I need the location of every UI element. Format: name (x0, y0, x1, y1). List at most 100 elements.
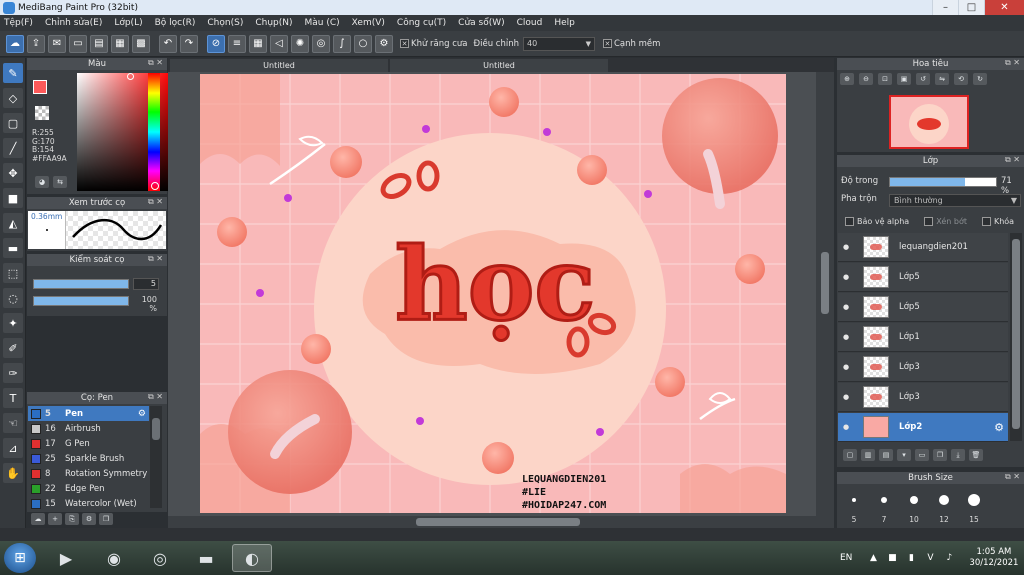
fill-rect-tool-icon[interactable]: ■ (3, 188, 23, 208)
magic-wand-tool-icon[interactable]: ✦ (3, 313, 23, 333)
canvas-horizontal-scroll-thumb[interactable] (416, 518, 580, 526)
folder-icon[interactable]: ▭ (915, 449, 929, 461)
actual-size-icon[interactable]: ▣ (897, 73, 911, 85)
layer-item[interactable]: ● Lớp2 ⚙ (838, 413, 1008, 442)
brush-settings-icon[interactable]: ⚙ (82, 513, 96, 525)
tab-untitled-1[interactable]: Untitled (170, 59, 388, 72)
comment-icon[interactable]: ✉ (48, 34, 66, 53)
duplicate-layer-icon[interactable]: ❐ (933, 449, 947, 461)
clock[interactable]: 1:05 AM 30/12/2021 (969, 547, 1018, 569)
artwork-canvas[interactable]: học LEQUANGDIEN201 #LIE #HOIDAP247.COM (200, 74, 786, 513)
layers-icon[interactable]: ▦ (111, 34, 129, 53)
grid-icon[interactable]: ▩ (132, 34, 150, 53)
canvas-vertical-scroll-thumb[interactable] (821, 252, 829, 314)
menu-filter[interactable]: Bộ lọc(R) (155, 18, 196, 28)
eye-icon[interactable]: ● (841, 273, 851, 281)
layer-blend-select[interactable]: Bình thường ▼ (889, 194, 1021, 207)
reset-view-icon[interactable]: ⟲ (954, 73, 968, 85)
brush-size-option[interactable]: 10 (899, 486, 929, 526)
snap-settings-icon[interactable]: ⚙ (375, 34, 393, 53)
rect-tool-icon[interactable]: ▢ (3, 113, 23, 133)
panel-float-icon[interactable]: ⧉ ✕ (1005, 58, 1020, 68)
lasso-tool-icon[interactable]: ◌ (3, 288, 23, 308)
flip-icon[interactable]: ⇋ (935, 73, 949, 85)
brush-gear-icon[interactable]: ⚙ (138, 409, 146, 419)
layer-item[interactable]: ● Lớp5 (838, 293, 1008, 322)
merge-layer-icon[interactable]: ⤓ (951, 449, 965, 461)
medibang-taskbar-icon[interactable]: ◐ (232, 544, 272, 572)
gradient-tool-icon[interactable]: ▬ (3, 238, 23, 258)
brush-opacity-slider[interactable] (33, 296, 129, 306)
dropper-tool-icon[interactable]: ⊿ (3, 438, 23, 458)
snap-radial-icon[interactable]: ✺ (291, 34, 309, 53)
delete-layer-icon[interactable]: 🗑 (969, 449, 983, 461)
line-tool-icon[interactable]: ╱ (3, 138, 23, 158)
swap-color-icon[interactable]: ⇆ (53, 176, 67, 188)
brush-size-option[interactable]: 7 (869, 486, 899, 526)
panel-float-icon[interactable]: ⧉ ✕ (148, 254, 163, 264)
menu-color[interactable]: Màu (C) (305, 18, 340, 28)
brush-item[interactable]: 16 Airbrush (28, 421, 149, 436)
file-explorer-icon[interactable]: ▬ (186, 544, 226, 572)
correction-select[interactable]: 40 ▼ (522, 36, 595, 51)
new-8bit-layer-icon[interactable]: ▤ (879, 449, 893, 461)
add-layer-menu-icon[interactable]: ▾ (897, 449, 911, 461)
undo-icon[interactable]: ↶ (159, 34, 177, 53)
snap-perspective-icon[interactable]: ◁ (270, 34, 288, 53)
minimize-button[interactable]: – (932, 0, 958, 15)
menu-tools[interactable]: Công cụ(T) (397, 18, 446, 28)
zoom-out-icon[interactable]: ⊖ (859, 73, 873, 85)
tray-app-icon[interactable]: ■ (885, 551, 899, 565)
tray-expand-icon[interactable]: ▲ (866, 551, 880, 565)
eye-icon[interactable]: ● (841, 393, 851, 401)
brush-size-option[interactable]: 5 (839, 486, 869, 526)
layer-item[interactable]: ● lequangdien201 (838, 233, 1008, 262)
menu-edit[interactable]: Chỉnh sửa(E) (45, 18, 102, 28)
transparent-color-swatch[interactable] (35, 106, 49, 120)
select-pen-tool-icon[interactable]: ✐ (3, 338, 23, 358)
menu-window[interactable]: Cửa sổ(W) (458, 18, 504, 28)
snap-curve-icon[interactable]: ∫ (333, 34, 351, 53)
menu-capture[interactable]: Chụp(N) (255, 18, 292, 28)
eraser-tool-icon[interactable]: ◇ (3, 88, 23, 108)
move-tool-icon[interactable]: ✥ (3, 163, 23, 183)
zoom-in-icon[interactable]: ⊕ (840, 73, 854, 85)
snap-parallel-icon[interactable]: ≡ (228, 34, 246, 53)
menu-help[interactable]: Help (554, 18, 575, 28)
app-launcher-icon[interactable]: ◉ (94, 544, 134, 572)
brush-list-scroll-thumb[interactable] (152, 418, 160, 440)
brush-item[interactable]: 15 Watercolor (Wet) (28, 496, 149, 511)
menu-select[interactable]: Chọn(S) (207, 18, 243, 28)
brush-size-value[interactable]: 5 (133, 278, 159, 290)
screen-icon[interactable]: ▭ (69, 34, 87, 53)
panel-float-icon[interactable]: ⧉ ✕ (1005, 155, 1020, 165)
protect-alpha-checkbox[interactable] (845, 216, 854, 226)
brush-size-option[interactable]: 12 (929, 486, 959, 526)
brush-duplicate-icon[interactable]: ❐ (99, 513, 113, 525)
panel-float-icon[interactable]: ⧉ ✕ (148, 197, 163, 207)
snap-off-icon[interactable]: ⊘ (207, 34, 225, 53)
operation-tool-icon[interactable]: ☜ (3, 413, 23, 433)
brush-copy-icon[interactable]: ⎘ (65, 513, 79, 525)
antialias-checkbox[interactable]: ✕ (400, 39, 409, 48)
canvas-area[interactable]: học LEQUANGDIEN201 #LIE #HOIDAP247.COM (168, 72, 834, 516)
share-icon[interactable]: ⇪ (27, 34, 45, 53)
windows-start-icon[interactable]: ⊞ (4, 543, 36, 573)
canvas-horizontal-scrollbar[interactable] (168, 516, 834, 528)
eye-icon[interactable]: ● (841, 243, 851, 251)
hue-knob[interactable] (151, 182, 159, 190)
clipping-checkbox[interactable] (924, 216, 934, 226)
layer-item[interactable]: ● Lớp3 (838, 353, 1008, 382)
brush-list-scrollbar[interactable] (150, 406, 162, 508)
snap-concentric-icon[interactable]: ◎ (312, 34, 330, 53)
eye-icon[interactable]: ● (841, 423, 851, 431)
layer-list-scrollbar[interactable] (1010, 233, 1022, 441)
brush-size-slider[interactable] (33, 279, 129, 289)
rotate-left-icon[interactable]: ↺ (916, 73, 930, 85)
volume-icon[interactable]: ♪ (942, 551, 956, 565)
brush-cloud-icon[interactable]: ☁ (31, 513, 45, 525)
layer-list-scroll-thumb[interactable] (1012, 239, 1020, 429)
panel-float-icon[interactable]: ⧉ ✕ (148, 392, 163, 402)
panel-float-icon[interactable]: ⧉ ✕ (148, 58, 163, 68)
brush-tool-icon[interactable]: ✎ (3, 63, 23, 83)
